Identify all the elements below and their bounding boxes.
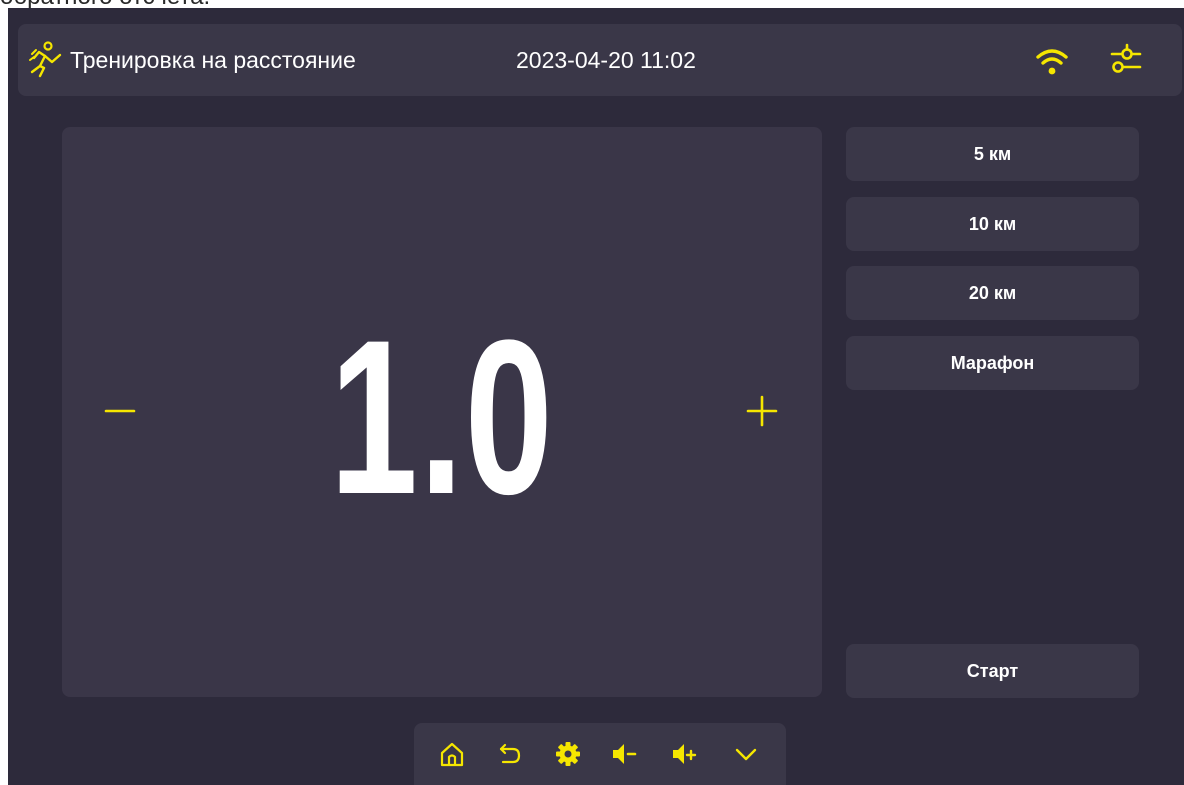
wifi-icon[interactable]	[1036, 46, 1068, 76]
page-title: Тренировка на расстояние	[70, 47, 356, 73]
app-screen: Тренировка на расстояние 2023-04-20 11:0…	[8, 8, 1184, 785]
preset-marathon-button[interactable]: Марафон	[846, 336, 1139, 390]
distance-panel: 1.0	[62, 127, 822, 697]
runner-icon	[29, 41, 62, 78]
start-button[interactable]: Старт	[846, 644, 1139, 698]
page-caption: обратного отсчета.	[0, 0, 210, 8]
volume-down-icon[interactable]	[610, 740, 638, 768]
datetime-display: 2023-04-20 11:02	[516, 47, 696, 73]
back-icon[interactable]	[496, 740, 524, 768]
increase-button[interactable]	[734, 387, 790, 435]
preset-5km-button[interactable]: 5 км	[846, 127, 1139, 181]
bottom-nav-bar	[414, 723, 786, 785]
settings-sliders-icon[interactable]	[1108, 42, 1144, 78]
decrease-button[interactable]	[92, 389, 148, 433]
home-icon[interactable]	[438, 740, 466, 768]
header-bar: Тренировка на расстояние 2023-04-20 11:0…	[18, 24, 1182, 96]
chevron-down-icon[interactable]	[732, 740, 760, 768]
preset-20km-button[interactable]: 20 км	[846, 266, 1139, 320]
volume-up-icon[interactable]	[670, 740, 698, 768]
preset-10km-button[interactable]: 10 км	[846, 197, 1139, 251]
gear-icon[interactable]	[554, 740, 582, 768]
distance-value: 1.0	[329, 294, 555, 540]
